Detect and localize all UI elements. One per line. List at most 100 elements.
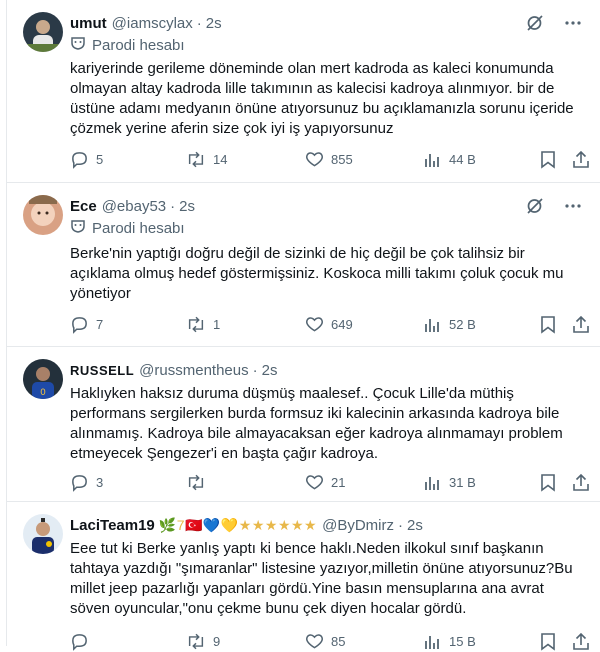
reply-button[interactable] (70, 630, 96, 652)
parody-text: Parodi hesabı (92, 219, 185, 237)
repost-icon (188, 474, 204, 490)
heart-icon (306, 152, 323, 167)
like-button[interactable]: 855 (305, 148, 353, 170)
tweet-actions: 5 14 855 44 B (70, 148, 589, 170)
separator-dot: · (196, 14, 202, 32)
reply-icon (72, 316, 87, 334)
bookmark-icon (541, 150, 555, 169)
reply-icon (72, 151, 87, 169)
views-button[interactable]: 52 B (424, 313, 476, 335)
display-name[interactable]: Ece (70, 198, 97, 215)
repost-button[interactable] (186, 471, 213, 493)
tweet-actions: 7 1 649 52 B (70, 313, 589, 335)
more-options-icon[interactable] (564, 14, 582, 32)
like-button[interactable]: 649 (305, 313, 353, 335)
view-count: 15 B (449, 633, 476, 649)
share-icon (573, 473, 589, 491)
grok-icon[interactable] (526, 197, 544, 215)
repost-count: 1 (213, 316, 221, 332)
bookmark-button[interactable] (540, 148, 556, 170)
repost-button[interactable]: 9 (186, 630, 220, 652)
share-button[interactable] (572, 313, 590, 335)
parody-label: Parodi hesabı (70, 219, 185, 237)
bookmark-button[interactable] (540, 471, 556, 493)
tweet-actions: 3 21 31 B (70, 471, 589, 493)
like-button[interactable]: 85 (305, 630, 345, 652)
grok-icon[interactable] (526, 14, 544, 32)
reply-button[interactable]: 7 (70, 313, 103, 335)
analytics-icon (425, 319, 439, 332)
reply-button[interactable]: 5 (70, 148, 103, 170)
share-button[interactable] (572, 471, 590, 493)
view-count: 31 B (449, 474, 476, 490)
like-count: 85 (331, 633, 346, 649)
bookmark-icon (541, 473, 555, 492)
tweet-header-icons (526, 197, 582, 215)
tweet-text: Haklıyken haksız duruma düşmüş maalesef.… (70, 385, 563, 462)
tweet-text: Eee tut ki Berke yanlış yaptı ki bence h… (70, 540, 573, 617)
tweet[interactable]: umut @iamscylax · 2s Parodi hesabı kariy… (7, 0, 600, 183)
repost-icon (188, 151, 204, 167)
avatar[interactable] (23, 514, 63, 554)
tweet[interactable]: Ece @ebay53 · 2s Parodi hesabı Berke'nin… (7, 183, 600, 347)
tweet[interactable]: 0 RUSSELL @russmentheus · 2s Haklıyken h… (7, 347, 600, 502)
repost-icon (188, 316, 204, 332)
display-name[interactable]: RUSSELL (70, 363, 134, 378)
views-button[interactable]: 31 B (424, 471, 476, 493)
analytics-icon (425, 636, 439, 649)
name-emoji-badges: 🌿7🇹🇷💙💛★★★★★★ (158, 516, 318, 533)
avatar[interactable] (23, 195, 63, 235)
like-button[interactable]: 21 (305, 471, 345, 493)
timestamp[interactable]: 2s (179, 198, 195, 215)
user-handle[interactable]: @iamscylax (112, 15, 193, 32)
share-button[interactable] (572, 630, 590, 652)
more-options-icon[interactable] (564, 197, 582, 215)
timestamp[interactable]: 2s (206, 15, 222, 32)
analytics-icon (425, 477, 439, 490)
separator-dot: · (170, 197, 176, 215)
parody-text: Parodi hesabı (92, 36, 185, 54)
share-icon (573, 632, 589, 650)
reply-icon (72, 633, 87, 651)
reply-icon (72, 474, 87, 492)
repost-button[interactable]: 1 (186, 313, 220, 335)
analytics-icon (425, 154, 439, 167)
avatar[interactable] (23, 12, 63, 52)
tweet[interactable]: LaciTeam19 🌿7🇹🇷💙💛★★★★★★ @ByDmirz · 2s Ee… (7, 502, 600, 652)
like-count: 855 (331, 151, 353, 167)
bookmark-icon (541, 315, 555, 334)
tweet-actions: 9 85 15 B (70, 630, 589, 652)
bookmark-button[interactable] (540, 313, 556, 335)
repost-button[interactable]: 14 (186, 148, 227, 170)
reply-count: 5 (96, 151, 104, 167)
reply-button[interactable]: 3 (70, 471, 103, 493)
tweet-text: kariyerinde gerileme döneminde olan mert… (70, 60, 574, 137)
display-name[interactable]: umut (70, 15, 107, 32)
bookmark-icon (541, 632, 555, 651)
separator-dot: · (252, 361, 258, 379)
tweet-header-icons (526, 14, 582, 32)
mask-icon (70, 219, 86, 237)
reply-count: 3 (96, 474, 104, 490)
tweet-header: RUSSELL @russmentheus · 2s (70, 360, 590, 380)
display-name[interactable]: LaciTeam19 (70, 517, 155, 534)
like-count: 21 (331, 474, 346, 490)
user-handle[interactable]: @ebay53 (102, 198, 166, 215)
timestamp[interactable]: 2s (407, 517, 423, 534)
heart-icon (306, 317, 323, 332)
bookmark-button[interactable] (540, 630, 556, 652)
avatar[interactable]: 0 (23, 359, 63, 399)
views-button[interactable]: 44 B (424, 148, 476, 170)
heart-icon (306, 475, 323, 490)
heart-icon (306, 634, 323, 649)
views-button[interactable]: 15 B (424, 630, 476, 652)
share-icon (573, 315, 589, 333)
tweet-header: Ece @ebay53 · 2s (70, 196, 590, 216)
separator-dot: · (398, 516, 403, 534)
user-handle[interactable]: @russmentheus (139, 362, 248, 379)
reply-count: 7 (96, 316, 104, 332)
share-button[interactable] (572, 148, 590, 170)
tweet-text: Berke'nin yaptığı doğru değil de sizinki… (70, 245, 564, 302)
user-handle[interactable]: @ByDmirz (322, 517, 394, 534)
timestamp[interactable]: 2s (262, 362, 278, 379)
